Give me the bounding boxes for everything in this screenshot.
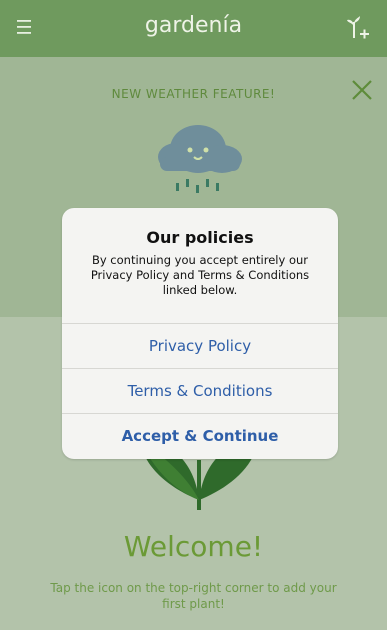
privacy-policy-button[interactable]: Privacy Policy <box>62 323 338 368</box>
terms-conditions-button[interactable]: Terms & Conditions <box>62 368 338 413</box>
rain-cloud-icon <box>150 117 250 197</box>
app-header: gardenía <box>0 0 387 57</box>
dialog-title: Our policies <box>146 228 254 247</box>
app-title: gardenía <box>144 13 243 38</box>
policies-dialog: Our policies By continuing you accept en… <box>62 208 338 459</box>
add-plant-icon[interactable] <box>343 14 373 44</box>
close-icon[interactable] <box>351 79 373 101</box>
welcome-tagline: Tap the icon on the top-right corner to … <box>50 581 337 611</box>
welcome-heading: Welcome! <box>123 530 264 563</box>
accept-continue-button[interactable]: Accept & Continue <box>62 413 338 458</box>
feature-announcement: NEW WEATHER FEATURE! <box>111 87 276 101</box>
dialog-message: By continuing you accept entirely our Pr… <box>90 253 310 297</box>
